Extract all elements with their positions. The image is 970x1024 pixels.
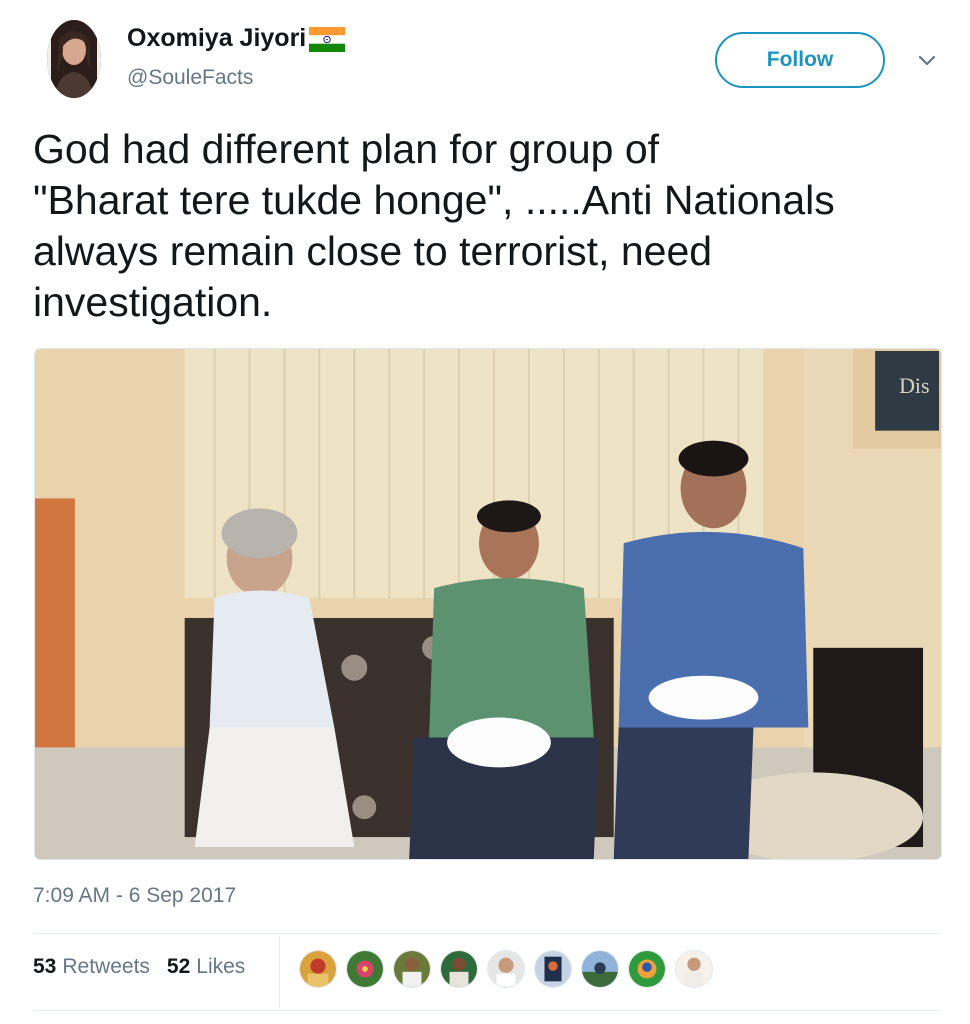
- divider: [33, 1010, 941, 1011]
- user-avatar[interactable]: [47, 20, 101, 98]
- photo-image: Dis: [35, 349, 941, 859]
- india-flag-icon: [309, 27, 346, 52]
- tweet-timestamp[interactable]: 7:09 AM - 6 Sep 2017: [33, 884, 236, 908]
- retweets-stat[interactable]: 53 Retweets: [33, 955, 150, 979]
- liker-avatar[interactable]: [534, 950, 572, 988]
- tweet-header: Oxomiya Jiyori @SouleFacts Follow: [0, 0, 970, 110]
- retweets-count: 53: [33, 955, 57, 978]
- sign-text: Dis: [899, 373, 929, 398]
- likes-count: 52: [166, 955, 191, 978]
- chevron-down-icon[interactable]: [914, 48, 940, 74]
- name-row: Oxomiya Jiyori: [127, 24, 346, 53]
- liker-avatar[interactable]: [628, 950, 666, 988]
- liker-avatar[interactable]: [440, 950, 478, 988]
- divider: [33, 933, 941, 934]
- tweet-text-line: "Bharat tere tukde honge", .....Anti Nat…: [33, 177, 835, 223]
- display-name[interactable]: Oxomiya Jiyori: [127, 24, 306, 53]
- liker-avatar[interactable]: [299, 950, 337, 988]
- tweet-text-line: God had different plan for group of: [33, 126, 660, 172]
- liker-avatar[interactable]: [393, 950, 431, 988]
- tweet-text-line: always remain close to terrorist, need: [33, 228, 713, 274]
- avatar-photo: [47, 20, 101, 98]
- liker-avatar[interactable]: [487, 950, 525, 988]
- liker-avatar[interactable]: [346, 950, 384, 988]
- stats-divider: [279, 936, 280, 1008]
- tweet-photo[interactable]: Dis: [34, 348, 942, 860]
- liker-avatars: [299, 950, 722, 988]
- user-handle[interactable]: @SouleFacts: [127, 66, 253, 90]
- retweets-label: Retweets: [62, 955, 150, 978]
- tweet-stats: 53 Retweets 52 Likes: [33, 955, 245, 979]
- likes-stat[interactable]: 52 Likes: [167, 955, 245, 979]
- liker-avatar[interactable]: [581, 950, 619, 988]
- tweet-text: God had different plan for group of "Bha…: [33, 124, 933, 328]
- follow-button[interactable]: Follow: [715, 32, 885, 88]
- liker-avatar[interactable]: [675, 950, 713, 988]
- tweet-text-line: investigation.: [33, 279, 273, 325]
- likes-label: Likes: [196, 955, 246, 978]
